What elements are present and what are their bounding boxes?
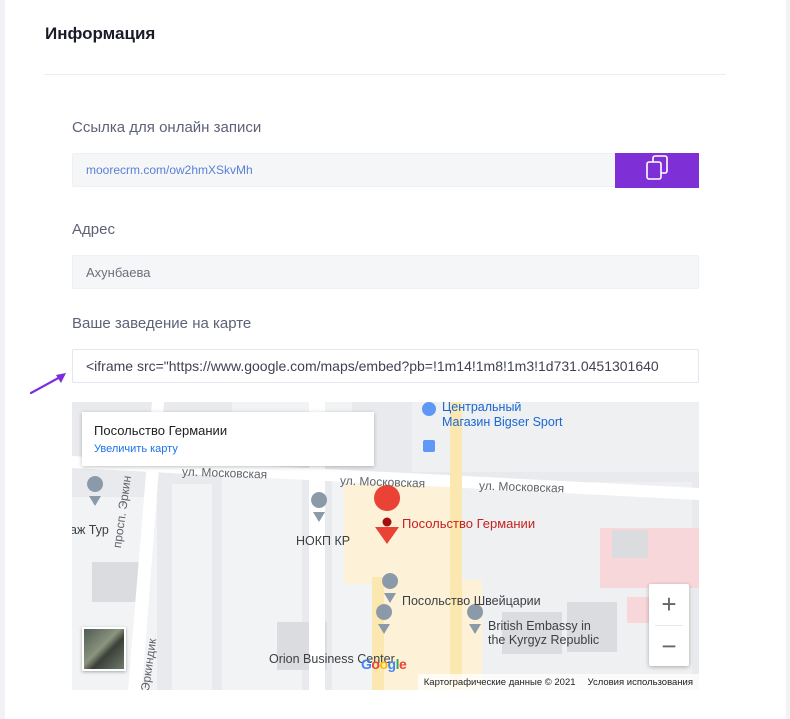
address-label: Адрес <box>72 221 115 238</box>
embedded-map[interactable]: Посольство Германии Увеличить карту Цент… <box>72 402 699 690</box>
map-label-british-2: the Kyrgyz Republic <box>488 633 600 647</box>
booking-link-value: moorecrm.com/ow2hmXSkvMh <box>86 163 253 177</box>
map-label-center-mall: Центральный Магазин Bigser Sport <box>442 402 563 429</box>
map-label-switzerland: Посольство Швейцарии <box>402 594 541 608</box>
map-place-title: Посольство Германии <box>94 423 228 438</box>
map-label-nokp: НОКП КР <box>296 534 351 548</box>
map-zoom-controls: + − <box>649 584 689 666</box>
section-title: Информация <box>45 24 156 43</box>
google-logo: Google <box>361 656 407 672</box>
satellite-toggle[interactable] <box>82 627 126 671</box>
map-label-street-right: ул. Московская <box>478 478 565 496</box>
map-enlarge-link[interactable]: Увеличить карту <box>94 443 178 455</box>
right-edge <box>786 0 790 719</box>
map-attribution-bar: Картографические данные © 2021 Условия и… <box>417 674 699 690</box>
map-place-card: Посольство Германии Увеличить карту <box>82 412 374 466</box>
map-embed-label: Ваше заведение на карте <box>72 315 252 332</box>
map-label-street-left: ул. Московская <box>181 464 268 482</box>
map-terms-link[interactable]: Условия использования <box>588 677 693 688</box>
map-label-germany: Посольство Германии <box>402 516 536 531</box>
left-edge <box>0 0 5 719</box>
divider <box>44 74 726 75</box>
map-label-british-1: British Embassy in <box>488 619 591 633</box>
copy-icon <box>645 155 669 186</box>
map-embed-input[interactable]: <iframe src="https://www.google.com/maps… <box>72 349 699 383</box>
booking-link-label: Ссылка для онлайн записи <box>72 119 262 136</box>
map-embed-value: <iframe src="https://www.google.com/maps… <box>86 358 659 374</box>
address-input[interactable]: Ахунбаева <box>72 255 699 289</box>
zoom-out-button[interactable]: − <box>649 626 689 666</box>
booking-link-field[interactable]: moorecrm.com/ow2hmXSkvMh <box>72 153 617 187</box>
map-label-tour: аж Тур <box>72 523 109 537</box>
pointer-arrow-icon <box>29 373 66 395</box>
map-label-street-mid: ул. Московская <box>339 473 426 491</box>
zoom-in-button[interactable]: + <box>649 584 689 624</box>
address-value: Ахунбаева <box>86 264 151 280</box>
map-attribution: Картографические данные © 2021 <box>423 676 576 688</box>
copy-link-button[interactable] <box>615 153 699 188</box>
